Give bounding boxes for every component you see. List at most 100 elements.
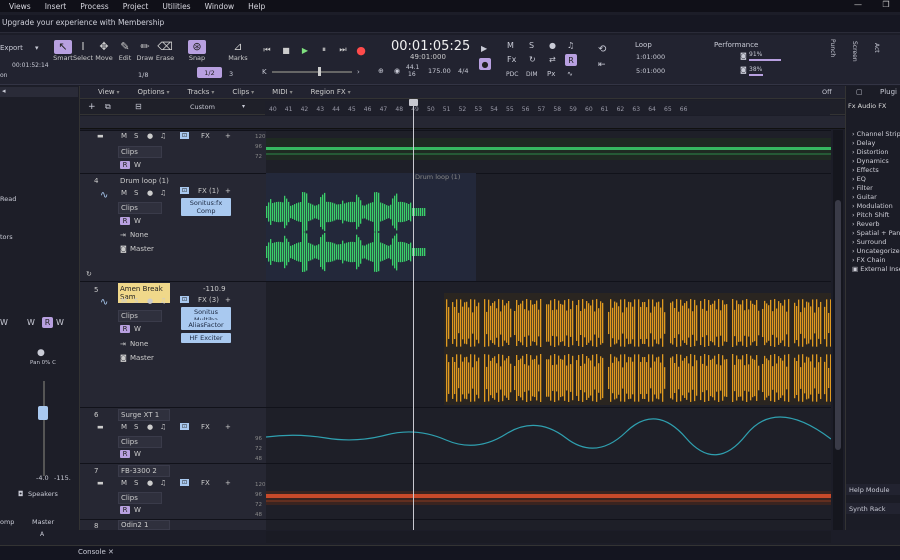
maximize-icon[interactable]: ❐	[872, 0, 900, 9]
read-automation-button[interactable]: R	[120, 506, 130, 514]
track-name[interactable]: FB-3300 2	[118, 465, 170, 477]
clips-canvas[interactable]	[266, 130, 831, 530]
menu-project[interactable]: Project	[116, 2, 156, 11]
category-distortion[interactable]: › Distortion	[848, 148, 900, 157]
read-automation-button[interactable]: R	[120, 325, 130, 333]
track-header-6[interactable]: 6 Surge XT 1 ▬ M S ● ♫ Clips R W ⊡ FX +	[80, 407, 266, 463]
browser-tab-plugins[interactable]: Plugi	[880, 88, 897, 96]
pan-knob[interactable]: ●	[37, 348, 45, 358]
custom-chevron-icon[interactable]: ▾	[242, 103, 245, 110]
read-automation-button[interactable]: R	[120, 217, 130, 225]
category-guitar[interactable]: › Guitar	[848, 193, 900, 202]
duplicate-icon[interactable]: ⧉	[105, 102, 111, 112]
read-automation-icon[interactable]: R	[565, 54, 577, 66]
quantize-value[interactable]: 1/8	[138, 71, 148, 79]
track-header-8[interactable]: 8 Odin2 1	[80, 519, 266, 530]
move-tool[interactable]: ✥ Move	[94, 40, 114, 62]
read-button[interactable]: R	[42, 317, 53, 328]
clip-drum-loop[interactable]	[266, 173, 476, 281]
folder-icon[interactable]: ▢	[856, 88, 863, 96]
category-dynamics[interactable]: › Dynamics	[848, 157, 900, 166]
fast-forward-icon[interactable]: ⏭	[336, 43, 350, 57]
monitor-icon[interactable]: ♫	[160, 297, 166, 305]
mute-button[interactable]: M	[121, 132, 127, 140]
monitor-icon[interactable]: ♫	[160, 189, 166, 197]
write-icon-3[interactable]: W	[56, 318, 64, 327]
export-button[interactable]: Export	[0, 44, 23, 52]
automation-lane-icon[interactable]: ↻	[86, 270, 92, 278]
add-fx-icon[interactable]: +	[225, 187, 231, 195]
fader-track[interactable]	[43, 381, 45, 476]
fx-bin-icon[interactable]: ⊡	[180, 132, 190, 139]
menu-view-tracks[interactable]: View	[98, 88, 120, 96]
output-speakers[interactable]: Speakers	[28, 490, 58, 498]
timeline-ruler[interactable]: 40 41 42 43 44 45 46 47 48 49 50 51 52 53 54 55 56 57 58 59…	[265, 101, 830, 115]
track-header-4[interactable]: 4 Drum loop (1) ∿ M S ● ♫ Clips R W ⇥ No…	[80, 173, 266, 281]
category-pitch-shift[interactable]: › Pitch Shift	[848, 211, 900, 220]
fx-bin-label[interactable]: FX (1)	[198, 187, 219, 195]
track-name[interactable]: Drum loop (1)	[120, 177, 169, 185]
menu-help[interactable]: Help	[241, 2, 272, 11]
console-tab[interactable]: Console ✕	[78, 548, 114, 556]
write-automation-button[interactable]: W	[134, 325, 141, 333]
category-uncategorized[interactable]: › Uncategorized	[848, 247, 900, 256]
minimize-icon[interactable]: —	[844, 0, 872, 9]
fx-bin-icon[interactable]: ⊡	[180, 423, 190, 430]
close-icon[interactable]: ✕	[108, 548, 114, 556]
position-slider[interactable]	[272, 71, 352, 73]
smart-tool[interactable]: ↖ Smart	[53, 40, 73, 62]
pause-icon[interactable]: ⏸	[317, 43, 331, 57]
menu-window[interactable]: Window	[198, 2, 242, 11]
marks-value[interactable]: 3	[229, 70, 233, 78]
clips-selector[interactable]: Clips	[118, 436, 162, 448]
vertical-scrollbar[interactable]	[833, 130, 843, 530]
solo-button[interactable]: S	[134, 189, 138, 197]
menu-clips[interactable]: Clips	[232, 88, 254, 96]
draw-tool[interactable]: ✏ Draw	[135, 40, 155, 62]
output-selector[interactable]: Master	[130, 354, 154, 362]
add-track-icon[interactable]: +	[88, 102, 96, 112]
menu-insert[interactable]: Insert	[38, 2, 74, 11]
write-automation-button[interactable]: W	[134, 450, 141, 458]
fx-plugin[interactable]: Sonitus:fx Comp	[181, 198, 231, 216]
input-selector[interactable]: None	[130, 231, 148, 239]
slider-right-icon[interactable]: ›	[357, 68, 360, 76]
px-icon[interactable]: Px	[547, 70, 555, 78]
upgrade-banner[interactable]: Upgrade your experience with Membership	[0, 15, 900, 33]
input-selector[interactable]: None	[130, 340, 148, 348]
read-automation-button[interactable]: R	[120, 161, 130, 169]
fx-bin-label[interactable]: FX	[201, 479, 210, 487]
track-set-custom[interactable]: Custom	[190, 103, 215, 111]
menu-process[interactable]: Process	[73, 2, 115, 11]
fx-bin-icon[interactable]: ⊡	[180, 187, 190, 194]
metronome-icon[interactable]: ⊕	[378, 67, 384, 75]
headphone-icon[interactable]: ♫	[567, 41, 574, 50]
track-name[interactable]: Odin2 1	[118, 520, 170, 530]
position-slider-handle[interactable]	[318, 67, 321, 76]
category-modulation[interactable]: › Modulation	[848, 202, 900, 211]
snap-button[interactable]: ⊛ Snap	[187, 40, 207, 62]
category-fx-chain[interactable]: › FX Chain	[848, 256, 900, 265]
help-module[interactable]: Help Module	[846, 484, 900, 495]
solo-icon[interactable]: S	[529, 41, 534, 50]
fx-plugin[interactable]: AliasFactor	[181, 320, 231, 330]
monitor-icon[interactable]: ♫	[160, 132, 166, 140]
automation-read[interactable]: Read	[0, 195, 16, 203]
synth-rack[interactable]: Synth Rack	[846, 503, 900, 514]
arm-button[interactable]: ●	[147, 189, 153, 197]
playhead[interactable]	[413, 100, 414, 530]
wave-icon[interactable]: ∿	[567, 70, 573, 78]
mute-button[interactable]: M	[121, 423, 127, 431]
add-fx-icon[interactable]: +	[225, 423, 231, 431]
loop-start[interactable]: 1:01:000	[636, 53, 665, 61]
loop-icon[interactable]: ⟲	[598, 44, 606, 55]
marks-button[interactable]: ⊿ Marks	[228, 40, 248, 62]
menu-views[interactable]: Views	[2, 2, 38, 11]
write-automation-button[interactable]: W	[134, 506, 141, 514]
track-header-5[interactable]: 5 Amen Break Sam -110.9 ∿ M S ● ♫ Clips …	[80, 281, 266, 407]
sync-icon[interactable]: ⇄	[549, 55, 556, 64]
menu-midi[interactable]: MIDI	[272, 88, 292, 96]
clips-selector[interactable]: Clips	[118, 202, 162, 214]
scroll-overview[interactable]	[80, 116, 845, 129]
arm-button[interactable]: ●	[147, 132, 153, 140]
